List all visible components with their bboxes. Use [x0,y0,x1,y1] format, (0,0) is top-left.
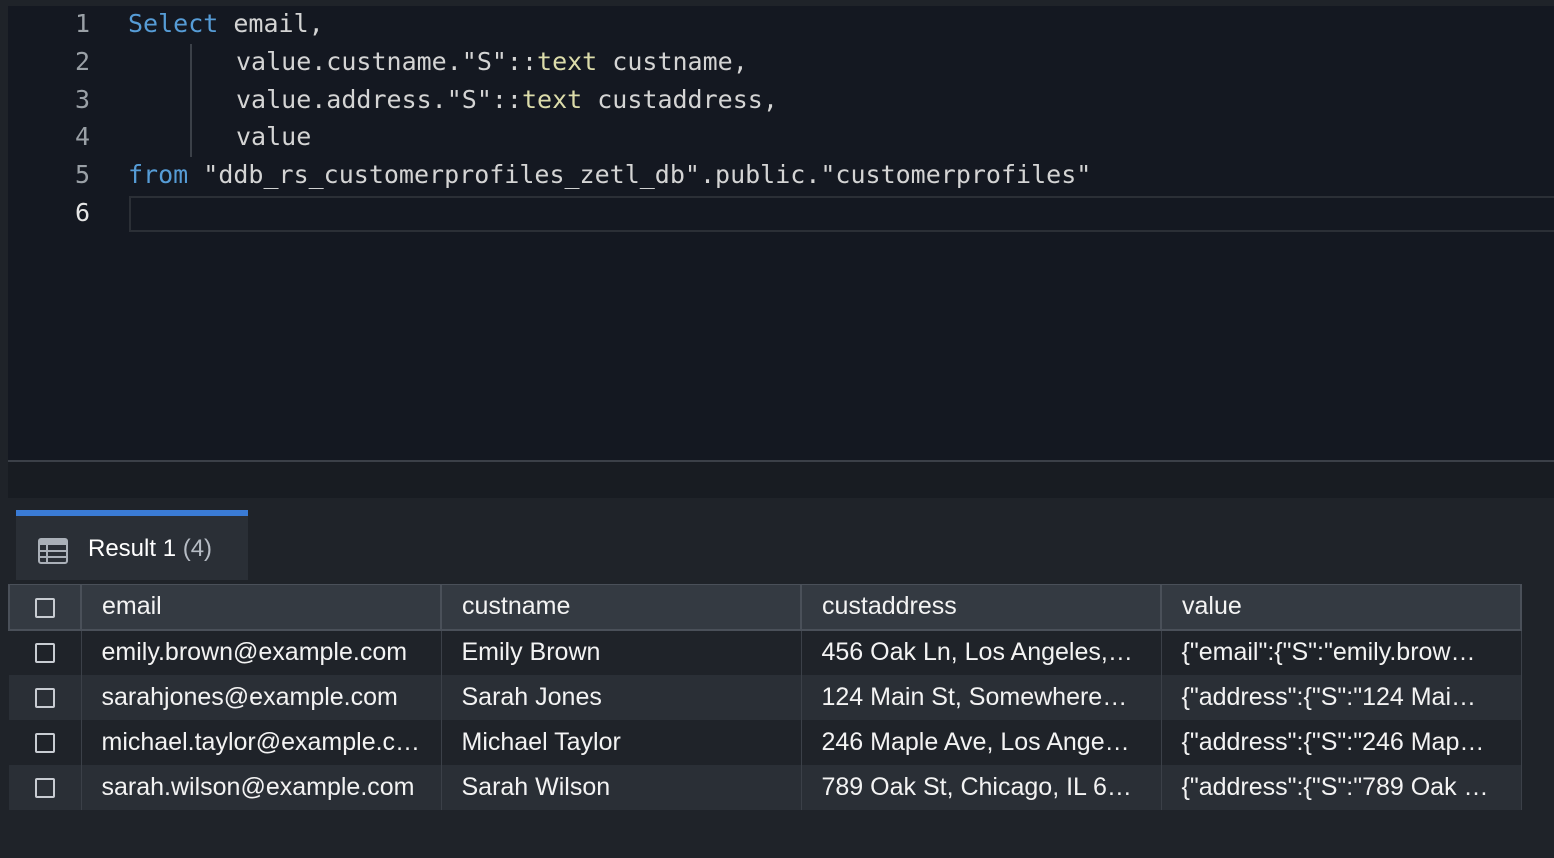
code-token: value.custname."S":: [236,47,538,76]
line-number: 3 [74,85,90,114]
code-line-5[interactable]: 5 from "ddb_rs_customerprofiles_zetl_db"… [8,157,1554,194]
cell-custaddress[interactable]: 246 Maple Ave, Los Ange… [801,719,1162,765]
code-token: email, [218,9,324,38]
code-token: custname, [597,47,748,76]
cell-custname[interactable]: Michael Taylor [441,719,802,765]
code-line-3[interactable]: 3 value.address."S"::text custaddress, [8,82,1554,119]
cell-custaddress[interactable]: 124 Main St, Somewhere… [801,674,1162,720]
code-line-2[interactable]: 2 value.custname."S"::text custname, [8,44,1554,81]
line-number: 1 [74,9,90,38]
cell-value[interactable]: {"address":{"S":"124 Mai… [1161,674,1522,720]
select-all-checkbox[interactable] [35,597,55,618]
tab-title: Result 1 [88,535,177,562]
row-select-cell [9,629,82,675]
code-text: value [236,122,311,151]
cell-custaddress[interactable]: 456 Oak Ln, Los Angeles,… [801,629,1162,675]
code-token: value [236,122,312,151]
column-header-email[interactable]: email [80,584,442,631]
select-all-header [8,584,82,631]
row-checkbox[interactable] [34,732,55,753]
tab-result-1[interactable]: Result 1 (4) [16,510,248,580]
line-number: 6 [74,198,90,227]
table-row[interactable]: emily.brown@example.com Emily Brown 456 … [9,629,1522,675]
column-header-custaddress[interactable]: custaddress [800,584,1162,631]
line-number: 2 [74,47,90,76]
line-number: 4 [74,122,90,151]
table-row[interactable]: michael.taylor@example.c… Michael Taylor… [9,719,1522,765]
table-icon [38,538,68,569]
row-checkbox[interactable] [34,777,55,798]
editor-footer-bar [8,462,1554,498]
cell-value[interactable]: {"email":{"S":"emily.brow… [1161,629,1522,675]
code-token: text [521,85,583,114]
row-select-cell [9,764,82,810]
column-header-value[interactable]: value [1160,584,1522,631]
cell-custname[interactable]: Sarah Jones [441,674,802,720]
cell-email[interactable]: emily.brown@example.com [81,629,442,675]
code-text: from "ddb_rs_customerprofiles_zetl_db".p… [128,160,1091,189]
table-header-row: email custname custaddress value [8,584,1522,631]
tab-label: Result 1 (4) [88,535,212,563]
column-header-custname[interactable]: custname [440,584,802,631]
code-text: value.custname."S"::text custname, [236,47,748,76]
row-checkbox[interactable] [34,643,55,664]
row-checkbox[interactable] [34,687,55,708]
code-text: Select email, [128,9,324,38]
cell-custaddress[interactable]: 789 Oak St, Chicago, IL 6… [801,764,1162,810]
result-count: (4) [182,535,213,562]
sql-editor[interactable]: 1 Select email, 2 value.custname."S"::te… [8,6,1554,460]
cell-value[interactable]: {"address":{"S":"246 Map… [1161,719,1522,765]
code-token: value.address."S":: [236,85,522,114]
cell-email[interactable]: sarah.wilson@example.com [81,764,442,810]
cell-email[interactable]: sarahjones@example.com [81,674,442,720]
code-token: text [537,47,598,76]
code-line-1[interactable]: 1 Select email, [8,6,1554,43]
code-token: Select [128,9,219,38]
row-select-cell [9,719,82,765]
cell-custname[interactable]: Sarah Wilson [441,764,802,810]
cell-custname[interactable]: Emily Brown [441,629,802,675]
table-row[interactable]: sarahjones@example.com Sarah Jones 124 M… [9,674,1522,720]
code-text: value.address."S"::text custaddress, [236,85,778,114]
cell-value[interactable]: {"address":{"S":"789 Oak … [1161,764,1522,810]
cell-email[interactable]: michael.taylor@example.c… [81,719,442,765]
code-line-4[interactable]: 4 value [8,119,1554,156]
results-panel: Result 1 (4) email custname custaddress … [8,498,1554,858]
table-row[interactable]: sarah.wilson@example.com Sarah Wilson 78… [9,764,1522,810]
line-number: 5 [74,160,90,189]
code-token: from [128,160,189,189]
code-line-6[interactable]: 6 [8,195,1554,232]
results-table: email custname custaddress value emily.b… [8,584,1522,810]
row-select-cell [9,674,82,720]
code-token: "ddb_rs_customerprofiles_zetl_db".public… [188,160,1092,189]
code-token: custaddress, [582,85,778,114]
